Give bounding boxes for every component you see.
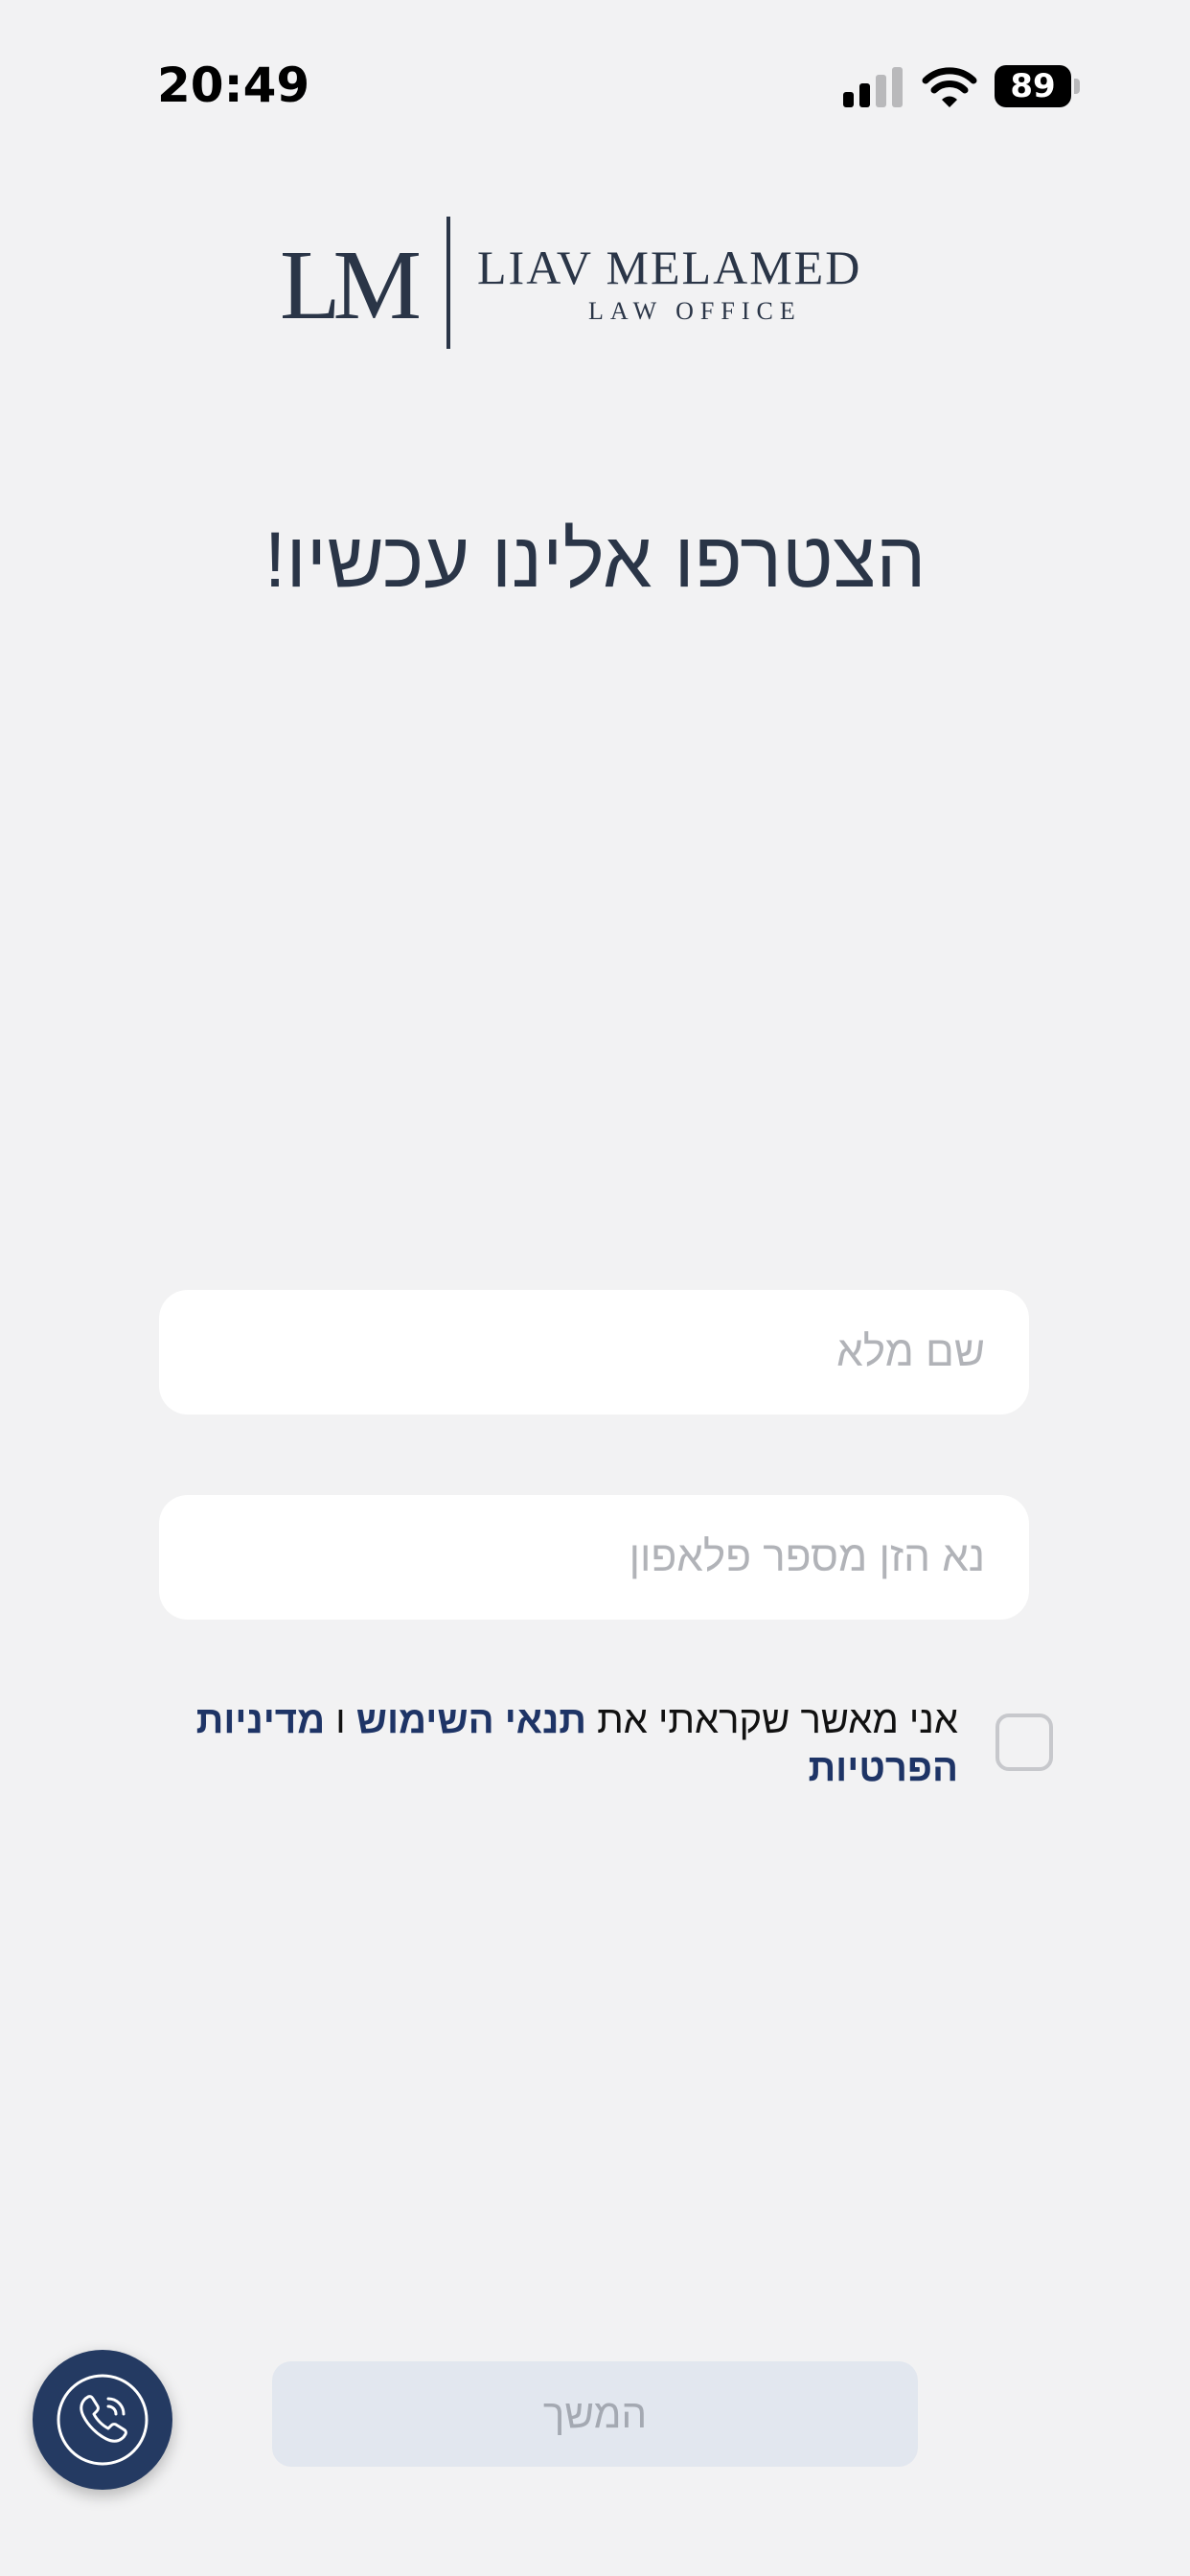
status-time: 20:49 <box>157 58 310 113</box>
battery-icon: 89 <box>995 65 1081 107</box>
page-title: הצטרפו אלינו עכשיו! <box>263 517 927 604</box>
wifi-icon <box>922 67 977 107</box>
full-name-input[interactable] <box>159 1290 1029 1414</box>
terms-checkbox[interactable] <box>995 1714 1053 1771</box>
logo-name: LIAV MELAMED <box>477 241 862 294</box>
logo-monogram: LM <box>280 230 422 340</box>
continue-button[interactable]: המשך <box>272 2361 918 2467</box>
consent-prefix: אני מאשר שקראתי את <box>597 1699 958 1741</box>
battery-level: 89 <box>995 65 1071 107</box>
logo-divider <box>446 217 450 349</box>
call-button[interactable] <box>33 2350 172 2490</box>
phone-input[interactable] <box>159 1495 1029 1620</box>
terms-of-use-link[interactable]: תנאי השימוש <box>356 1699 586 1741</box>
phone-call-icon <box>57 2374 149 2466</box>
consent-text: אני מאשר שקראתי את תנאי השימוש ו מדיניות… <box>192 1696 958 1792</box>
brand-logo: LM LIAV MELAMED LAW OFFICE <box>280 213 912 349</box>
consent-joiner: ו <box>335 1699 346 1741</box>
battery-cap <box>1074 79 1080 94</box>
logo-subtitle: LAW OFFICE <box>588 297 802 325</box>
signal-icon <box>843 67 903 107</box>
